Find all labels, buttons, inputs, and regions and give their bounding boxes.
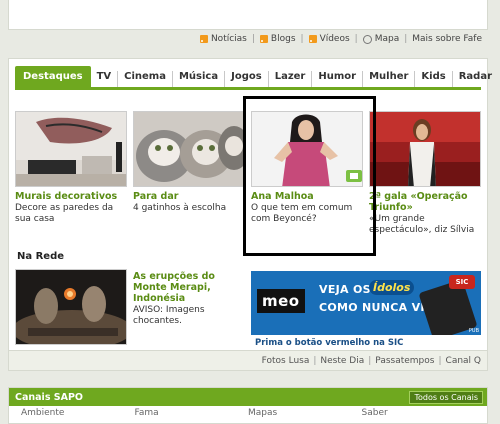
murais-thumbnail[interactable] [15, 111, 127, 187]
pub-label: PUB [468, 328, 479, 334]
meo-logo: meo [257, 289, 305, 313]
card-title[interactable]: Murais decorativos [15, 191, 127, 202]
tab-cinema[interactable]: Cinema [118, 71, 173, 87]
canais-col-mapas[interactable]: Mapas [248, 408, 362, 418]
videos-link[interactable]: Vídeos [308, 34, 350, 44]
tab-tv[interactable]: TV [91, 71, 119, 87]
canal-q-link[interactable]: Canal Q [446, 356, 481, 366]
tab-jogos[interactable]: Jogos [225, 71, 269, 87]
canais-col-ambiente[interactable]: Ambiente [21, 408, 135, 418]
rss-icon [199, 35, 208, 43]
rss-icon [308, 35, 317, 43]
more-about-link[interactable]: Mais sobre Fafe [412, 34, 482, 44]
card-desc: 4 gatinhos à escolha [133, 203, 227, 213]
selection-highlight [243, 96, 376, 256]
category-tabs: Destaques TV Cinema Música Jogos Lazer H… [15, 66, 492, 90]
tab-humor[interactable]: Humor [312, 71, 364, 87]
blogs-link[interactable]: Blogs [259, 34, 296, 44]
tab-musica[interactable]: Música [173, 71, 226, 87]
canais-col-fama[interactable]: Fama [135, 408, 249, 418]
card-title[interactable]: 2ª gala «Operação Triunfo» [369, 191, 481, 213]
top-panel [8, 0, 488, 30]
banner-line1: VEJA OS [319, 283, 371, 296]
gala-thumbnail[interactable] [369, 111, 481, 187]
card-title[interactable]: Para dar [133, 191, 245, 202]
globe-icon [362, 34, 372, 44]
na-rede-item[interactable]: As erupções do Monte Merapi, Indonésia A… [15, 269, 215, 345]
merapi-thumbnail[interactable] [15, 269, 127, 345]
fotos-lusa-link[interactable]: Fotos Lusa [262, 356, 310, 366]
map-link[interactable]: Mapa [362, 34, 399, 44]
card-desc: Decore as paredes da sua casa [15, 203, 114, 224]
sic-logo: SIC [449, 275, 475, 289]
tab-radar[interactable]: Radar [453, 71, 498, 87]
na-rede-desc: AVISO: Imagens chocantes. [133, 305, 205, 326]
idolos-logo: Ídolos [369, 280, 415, 295]
panel-footer-links: Fotos Lusa | Neste Dia | Passatempos | C… [9, 350, 487, 370]
banner-bottom-text: Prima o botão vermelho na SIC [251, 335, 481, 351]
canais-columns: Ambiente Fama Mapas Saber [9, 406, 487, 420]
canais-header: Canais SAPO Todos os Canais [9, 388, 487, 406]
neste-dia-link[interactable]: Neste Dia [320, 356, 364, 366]
tab-mulher[interactable]: Mulher [363, 71, 416, 87]
highlights-panel: Destaques TV Cinema Música Jogos Lazer H… [8, 58, 492, 371]
passatempos-link[interactable]: Passatempos [375, 356, 434, 366]
canais-col-saber[interactable]: Saber [362, 408, 476, 418]
card-operacao-triunfo[interactable]: 2ª gala «Operação Triunfo» «Um grande es… [369, 111, 481, 236]
rss-icon [259, 35, 268, 43]
canais-title: Canais SAPO [15, 391, 84, 403]
kittens-thumbnail[interactable] [133, 111, 245, 187]
top-links-bar: Notícias | Blogs | Vídeos | Mapa | Mais … [199, 34, 482, 44]
card-murais[interactable]: Murais decorativos Decore as paredes da … [15, 111, 127, 225]
na-rede-heading: Na Rede [17, 251, 65, 262]
card-para-dar[interactable]: Para dar 4 gatinhos à escolha [133, 111, 245, 214]
card-desc: «Um grande espectáculo», diz Sílvia [369, 214, 475, 235]
canais-sapo-panel: Canais SAPO Todos os Canais Ambiente Fam… [8, 387, 488, 424]
tab-lazer[interactable]: Lazer [269, 71, 313, 87]
tab-destaques[interactable]: Destaques [15, 66, 91, 87]
news-link[interactable]: Notícias [199, 34, 247, 44]
na-rede-title[interactable]: As erupções do Monte Merapi, Indonésia [133, 271, 251, 304]
meo-ad-banner[interactable]: meo VEJA OS Ídolos COMO NUNCA VIU! SIC P… [251, 271, 481, 351]
all-channels-button[interactable]: Todos os Canais [409, 390, 483, 404]
tab-kids[interactable]: Kids [415, 71, 453, 87]
